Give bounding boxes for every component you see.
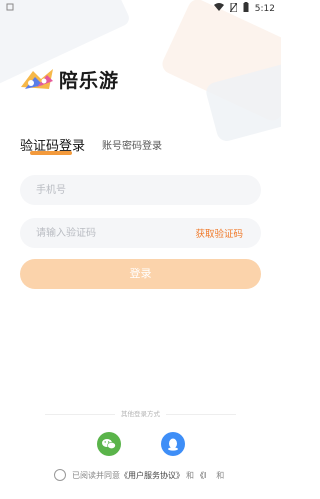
phone-input[interactable] (20, 175, 186, 205)
get-code-button[interactable]: 获取验证码 (195, 226, 243, 240)
user-agreement-link[interactable]: 《用户服务协议》 (120, 470, 184, 481)
privacy-policy-link[interactable]: 《l (196, 470, 206, 481)
brand-name: 陪乐游 (59, 70, 120, 92)
tab-password-login[interactable]: 账号密码登录 (102, 137, 162, 152)
phone-field (20, 175, 261, 205)
status-time: 5:12 (254, 3, 275, 14)
battery-icon (243, 2, 249, 15)
wechat-login-button[interactable] (97, 432, 121, 456)
logo-icon (19, 67, 57, 93)
notification-icon (6, 3, 14, 13)
agreement-prefix: 已阅读并同意 (72, 470, 120, 480)
no-sim-icon (229, 2, 238, 15)
code-field: 获取验证码 (20, 218, 261, 248)
code-input[interactable] (20, 218, 186, 248)
agree-checkbox[interactable] (54, 469, 66, 481)
agreement-row: 已阅读并同意 《用户服务协议》 和 《l 和 (54, 469, 224, 481)
other-login-label: 其他登录方式 (0, 408, 281, 418)
qq-icon (168, 438, 178, 451)
status-bar: 5:12 (0, 0, 281, 16)
other-login-text: 其他登录方式 (121, 410, 160, 418)
active-tab-indicator (30, 151, 72, 155)
agreement-connector: 和 (186, 470, 194, 480)
agreement-extra: 和 (216, 470, 225, 480)
qq-login-button[interactable] (161, 432, 185, 456)
app-logo: 陪乐游 (19, 66, 119, 93)
login-button[interactable]: 登录 (20, 259, 261, 289)
wifi-icon (213, 3, 224, 14)
wechat-icon (102, 439, 116, 450)
